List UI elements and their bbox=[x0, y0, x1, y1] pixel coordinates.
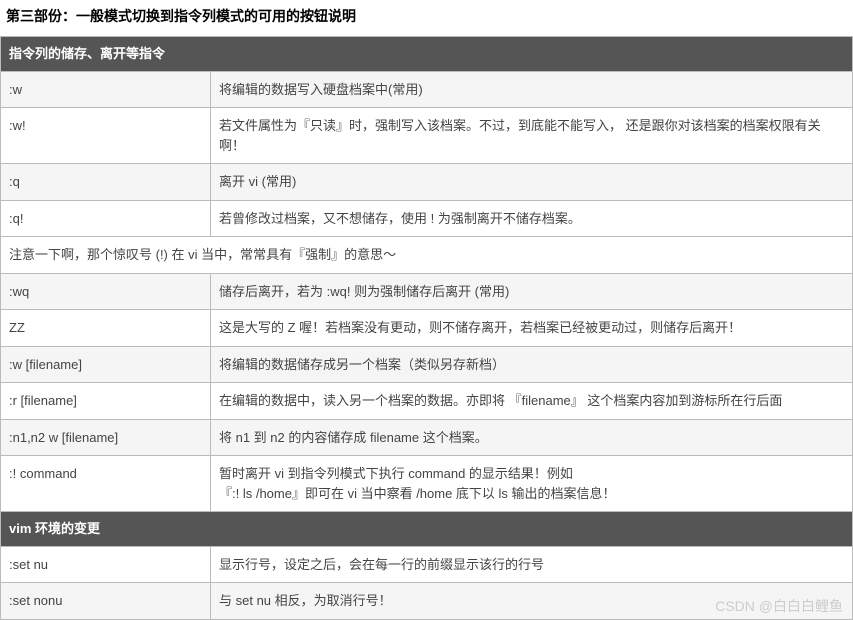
table-row: :set nu 显示行号，设定之后，会在每一行的前缀显示该行的行号 bbox=[1, 546, 853, 583]
cmd-cell: :q bbox=[1, 164, 211, 201]
table-row: :! command 暂时离开 vi 到指令列模式下执行 command 的显示… bbox=[1, 456, 853, 512]
cmd-cell: :set nu bbox=[1, 546, 211, 583]
desc-cell: 将 n1 到 n2 的内容储存成 filename 这个档案。 bbox=[211, 419, 853, 456]
table-row: :set nonu 与 set nu 相反，为取消行号！ bbox=[1, 583, 853, 620]
cmd-cell: :set nonu bbox=[1, 583, 211, 620]
desc-cell: 与 set nu 相反，为取消行号！ bbox=[211, 583, 853, 620]
cmd-cell: :q! bbox=[1, 200, 211, 237]
note-cell: 注意一下啊，那个惊叹号 (!) 在 vi 当中，常常具有『强制』的意思～ bbox=[1, 237, 853, 274]
desc-cell: 将编辑的数据写入硬盘档案中(常用) bbox=[211, 71, 853, 108]
desc-cell: 若文件属性为『只读』时，强制写入该档案。不过，到底能不能写入， 还是跟你对该档案… bbox=[211, 108, 853, 164]
cmd-cell: :w bbox=[1, 71, 211, 108]
command-table: 指令列的储存、离开等指令 :w 将编辑的数据写入硬盘档案中(常用) :w! 若文… bbox=[0, 36, 853, 620]
table-row: :q! 若曾修改过档案，又不想储存，使用 ! 为强制离开不储存档案。 bbox=[1, 200, 853, 237]
cmd-cell: :w [filename] bbox=[1, 346, 211, 383]
section2-header: vim 环境的变更 bbox=[1, 512, 853, 547]
cmd-cell: ZZ bbox=[1, 310, 211, 347]
cmd-cell: :n1,n2 w [filename] bbox=[1, 419, 211, 456]
table-row: :wq 储存后离开，若为 :wq! 则为强制储存后离开 (常用) bbox=[1, 273, 853, 310]
desc-cell: 暂时离开 vi 到指令列模式下执行 command 的显示结果！例如 『:! l… bbox=[211, 456, 853, 512]
desc-cell: 储存后离开，若为 :wq! 则为强制储存后离开 (常用) bbox=[211, 273, 853, 310]
desc-cell: 离开 vi (常用) bbox=[211, 164, 853, 201]
desc-cell: 若曾修改过档案，又不想储存，使用 ! 为强制离开不储存档案。 bbox=[211, 200, 853, 237]
section1-header: 指令列的储存、离开等指令 bbox=[1, 37, 853, 72]
table-row: :r [filename] 在编辑的数据中，读入另一个档案的数据。亦即将 『fi… bbox=[1, 383, 853, 420]
cmd-cell: :w! bbox=[1, 108, 211, 164]
table-row: :n1,n2 w [filename] 将 n1 到 n2 的内容储存成 fil… bbox=[1, 419, 853, 456]
table-row: :q 离开 vi (常用) bbox=[1, 164, 853, 201]
page-heading: 第三部份：一般模式切换到指令列模式的可用的按钮说明 bbox=[0, 0, 853, 36]
table-row: :w 将编辑的数据写入硬盘档案中(常用) bbox=[1, 71, 853, 108]
desc-cell: 这是大写的 Z 喔！若档案没有更动，则不储存离开，若档案已经被更动过，则储存后离… bbox=[211, 310, 853, 347]
note-row: 注意一下啊，那个惊叹号 (!) 在 vi 当中，常常具有『强制』的意思～ bbox=[1, 237, 853, 274]
cmd-cell: :r [filename] bbox=[1, 383, 211, 420]
table-row: :w [filename] 将编辑的数据储存成另一个档案（类似另存新档） bbox=[1, 346, 853, 383]
table-row: ZZ 这是大写的 Z 喔！若档案没有更动，则不储存离开，若档案已经被更动过，则储… bbox=[1, 310, 853, 347]
table-row: :w! 若文件属性为『只读』时，强制写入该档案。不过，到底能不能写入， 还是跟你… bbox=[1, 108, 853, 164]
desc-cell: 在编辑的数据中，读入另一个档案的数据。亦即将 『filename』 这个档案内容… bbox=[211, 383, 853, 420]
desc-cell: 显示行号，设定之后，会在每一行的前缀显示该行的行号 bbox=[211, 546, 853, 583]
cmd-cell: :! command bbox=[1, 456, 211, 512]
cmd-cell: :wq bbox=[1, 273, 211, 310]
desc-cell: 将编辑的数据储存成另一个档案（类似另存新档） bbox=[211, 346, 853, 383]
